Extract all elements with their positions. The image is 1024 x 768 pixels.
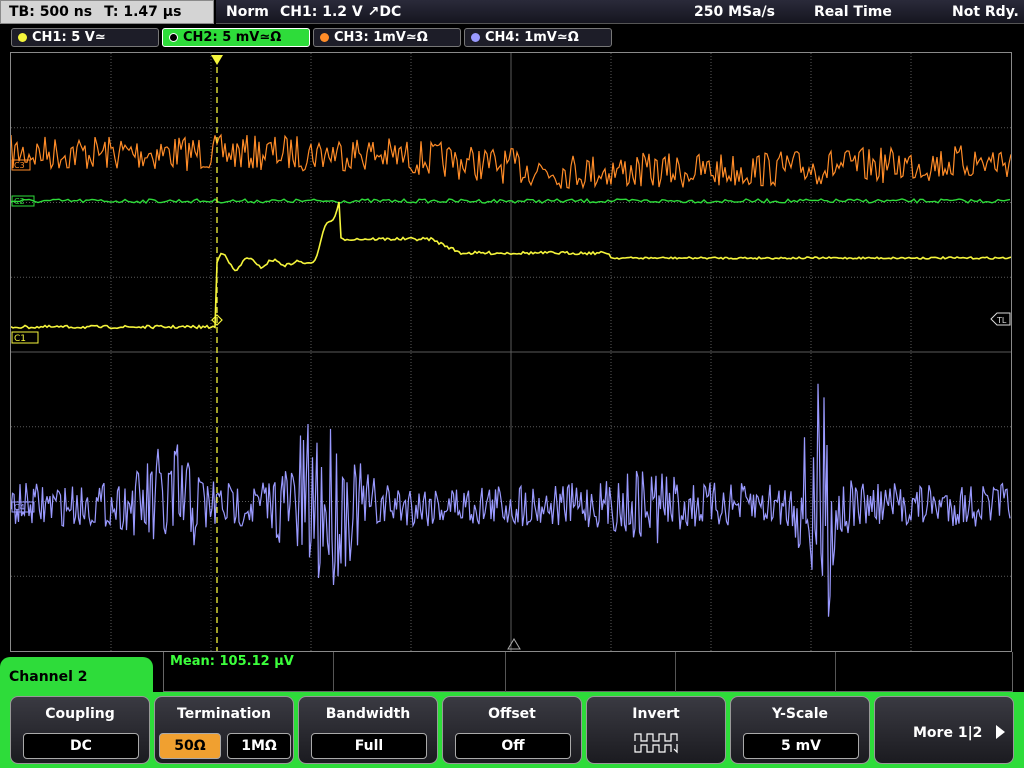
timebase-box[interactable]: TB: 500 ns T: 1.47 µs <box>0 0 214 24</box>
trigger-source[interactable]: CH1: 1.2 V ↗DC <box>280 0 401 24</box>
channel-tab-ch3[interactable]: CH3: 1mV≃Ω <box>313 28 461 47</box>
channel-tab-ch2[interactable]: CH2: 5 mV≃Ω <box>162 28 310 47</box>
bandwidth-title: Bandwidth <box>325 706 411 722</box>
y-scale-value[interactable]: 5 mV <box>743 733 859 759</box>
channel-tabs: CH1: 5 V≃ CH2: 5 mV≃Ω CH3: 1mV≃Ω CH4: 1m… <box>0 27 1024 49</box>
trigger-level-marker[interactable]: TL <box>990 312 1011 326</box>
ch1-marker[interactable]: C1 <box>11 331 39 344</box>
channel-tab-ch4[interactable]: CH4: 1mV≃Ω <box>464 28 612 47</box>
ch1-label: CH1: 5 V≃ <box>32 30 106 45</box>
termination-1m-ohm-option[interactable]: 1MΩ <box>227 733 291 759</box>
termination-softkey[interactable]: Termination 50Ω 1MΩ <box>154 696 294 764</box>
termination-50-ohm-option[interactable]: 50Ω <box>159 733 221 759</box>
ch2-label: CH2: 5 mV≃Ω <box>183 30 282 45</box>
ch1-color-dot <box>18 33 27 42</box>
channel-menu-title: Channel 2 <box>0 657 153 697</box>
mean-measurement: Mean: 105.12 µV <box>170 654 294 669</box>
more-softkey[interactable]: More 1|2 <box>874 696 1014 764</box>
graticule <box>11 53 1011 651</box>
trigger-time-value: T: 1.47 µs <box>104 4 182 20</box>
timebase-value: TB: 500 ns <box>9 4 93 20</box>
measurement-cell-4[interactable] <box>676 652 836 692</box>
measurement-cell-3[interactable] <box>506 652 676 692</box>
invert-title: Invert <box>632 706 680 722</box>
measurement-cell-2[interactable] <box>334 652 506 692</box>
square-wave-invert-icon <box>634 733 678 754</box>
ch1-marker-label: C1 <box>14 334 26 344</box>
waveform-display[interactable]: C3 C2 C1 C4 TL <box>10 52 1012 652</box>
ch2-color-dot <box>169 33 178 42</box>
offset-title: Offset <box>488 706 536 722</box>
top-status-bar: TB: 500 ns T: 1.47 µs Norm CH1: 1.2 V ↗DC… <box>0 0 1024 26</box>
ch4-marker-label: C4 <box>14 503 25 512</box>
measurement-cell-1[interactable]: Mean: 105.12 µV <box>164 652 334 692</box>
run-status: Not Rdy. <box>952 4 1019 20</box>
ch2-marker[interactable]: C2 <box>11 195 35 207</box>
y-scale-softkey[interactable]: Y-Scale 5 mV <box>730 696 870 764</box>
y-scale-title: Y-Scale <box>771 706 828 722</box>
center-marker-icon <box>507 638 521 650</box>
measurement-bar: Mean: 105.12 µV <box>163 652 1013 692</box>
acquisition-mode: Real Time <box>814 4 892 20</box>
sample-rate: 250 MSa/s <box>694 4 776 20</box>
offset-softkey[interactable]: Offset Off <box>442 696 582 764</box>
ch3-label: CH3: 1mV≃Ω <box>334 30 428 45</box>
measurement-cell-5[interactable] <box>836 652 1012 692</box>
waveform-canvas[interactable]: C3 C2 C1 C4 TL <box>11 53 1011 651</box>
softkey-bar: Coupling DC Termination 50Ω 1MΩ Bandwidt… <box>0 692 1024 768</box>
ch3-marker-label: C3 <box>14 161 25 170</box>
offset-value[interactable]: Off <box>455 733 571 759</box>
chevron-right-icon <box>996 725 1005 739</box>
ch4-color-dot <box>471 33 480 42</box>
trigger-position-marker[interactable] <box>211 55 223 65</box>
channel-tab-ch1[interactable]: CH1: 5 V≃ <box>11 28 159 47</box>
trigger-level-label: TL <box>996 316 1007 325</box>
coupling-title: Coupling <box>45 706 115 722</box>
invert-softkey[interactable]: Invert <box>586 696 726 764</box>
ch4-label: CH4: 1mV≃Ω <box>485 30 579 45</box>
coupling-softkey[interactable]: Coupling DC <box>10 696 150 764</box>
bandwidth-softkey[interactable]: Bandwidth Full <box>298 696 438 764</box>
coupling-value[interactable]: DC <box>23 733 139 759</box>
bandwidth-value[interactable]: Full <box>311 733 427 759</box>
ch2-marker-label: C2 <box>14 197 25 206</box>
ch3-color-dot <box>320 33 329 42</box>
termination-title: Termination <box>177 706 271 722</box>
trigger-mode[interactable]: Norm <box>226 0 269 24</box>
acquisition-status-strip: Norm CH1: 1.2 V ↗DC 250 MSa/s Real Time … <box>216 0 1024 24</box>
more-label: More 1|2 <box>913 725 983 741</box>
